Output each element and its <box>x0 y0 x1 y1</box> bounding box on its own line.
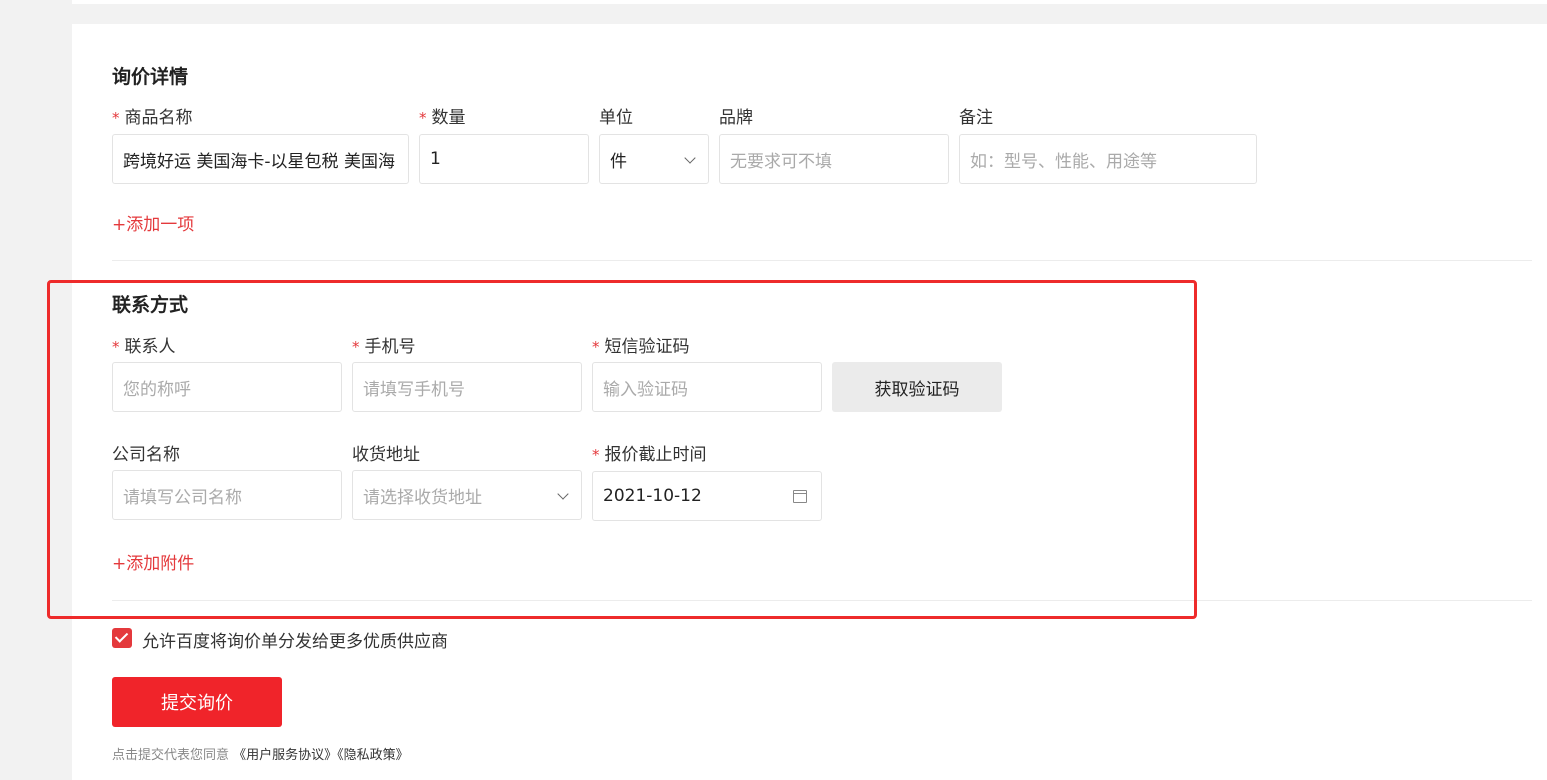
distribute-consent-label: 允许百度将询价单分发给更多优质供应商 <box>142 632 448 652</box>
quantity-input[interactable]: 1 <box>419 134 589 184</box>
product-name-input[interactable]: 跨境好运 美国海卡-以星包税 美国海 <box>112 134 409 184</box>
add-item-link[interactable]: +添加一项 <box>112 210 194 235</box>
brand-label: 品牌 <box>719 108 753 128</box>
agreement-text: 点击提交代表您同意 《用户服务协议》《隐私政策》 <box>112 748 409 763</box>
chevron-down-icon <box>684 152 696 164</box>
inquiry-section-title: 询价详情 <box>112 66 189 88</box>
note-label: 备注 <box>959 108 993 128</box>
top-strip <box>72 0 1547 4</box>
quantity-label: * 数量 <box>419 108 466 128</box>
section-divider <box>112 260 1532 261</box>
unit-label: 单位 <box>599 108 633 128</box>
submit-inquiry-button[interactable]: 提交询价 <box>112 677 282 727</box>
distribute-consent-checkbox[interactable] <box>112 628 132 648</box>
product-name-label: * 商品名称 <box>112 108 193 128</box>
unit-select[interactable]: 件 <box>599 134 709 184</box>
note-input[interactable]: 如：型号、性能、用途等 <box>959 134 1257 184</box>
privacy-link[interactable]: 《隐私政策》 <box>337 748 409 763</box>
terms-link[interactable]: 《用户服务协议》 <box>233 748 337 763</box>
brand-input[interactable]: 无要求可不填 <box>719 134 949 184</box>
highlight-box <box>47 280 1197 619</box>
